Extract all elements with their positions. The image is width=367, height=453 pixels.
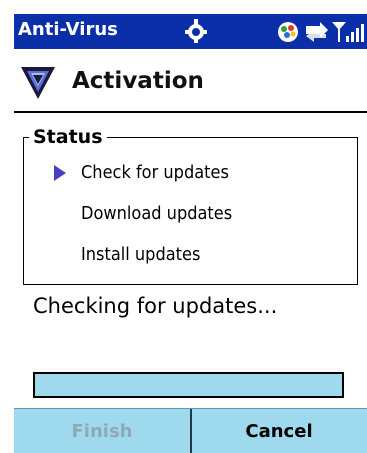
status-group: Status Check for updates Download update… bbox=[23, 126, 358, 285]
progress-status-text: Checking for updates... bbox=[33, 294, 278, 318]
progress-bar bbox=[33, 372, 344, 398]
current-step-arrow-icon bbox=[54, 165, 66, 181]
messenger-icon bbox=[278, 22, 298, 42]
sync-icon[interactable] bbox=[181, 17, 211, 45]
status-icons[interactable] bbox=[276, 18, 366, 46]
data-connection-icon bbox=[306, 22, 328, 42]
header-divider bbox=[14, 111, 367, 113]
signal-strength-icon bbox=[332, 22, 364, 42]
step-check-for-updates: Check for updates bbox=[81, 162, 229, 183]
cancel-button[interactable]: Cancel bbox=[191, 409, 367, 453]
step-install-updates: Install updates bbox=[81, 244, 201, 265]
title-bar: Anti-Virus bbox=[14, 14, 367, 49]
shield-v-logo bbox=[21, 67, 55, 99]
softkey-bar: Finish Cancel bbox=[14, 408, 367, 453]
page-header: Activation bbox=[14, 49, 367, 114]
finish-button[interactable]: Finish bbox=[14, 409, 190, 453]
status-legend: Status bbox=[29, 126, 107, 148]
step-download-updates: Download updates bbox=[81, 203, 233, 224]
app-title: Anti-Virus bbox=[18, 19, 118, 40]
page-title: Activation bbox=[72, 68, 204, 94]
